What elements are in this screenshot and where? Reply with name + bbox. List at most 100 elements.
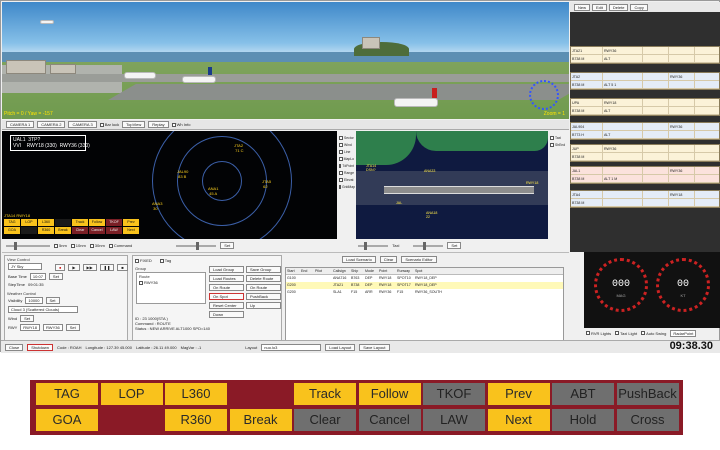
parked-aircraft-2[interactable] — [182, 76, 216, 83]
replay-button[interactable]: Replay — [148, 121, 169, 128]
table-row[interactable]: G200 JTA21 B738 DEP RWY18 SPOT17 RWY18_DEP — [286, 282, 563, 289]
tag-button[interactable]: TAG — [36, 383, 98, 405]
step-icon[interactable]: ▶▶ — [82, 264, 97, 271]
option-10nm[interactable]: 10nm — [70, 243, 86, 248]
map-option-checkbox[interactable]: ShEnd — [550, 143, 568, 147]
goa-button[interactable]: GOA — [36, 409, 98, 431]
play-icon[interactable]: ▶ — [68, 264, 80, 271]
radar-cmd-cell[interactable]: R360 — [38, 227, 54, 234]
table-column-header[interactable]: Pilot — [314, 268, 332, 274]
table-row[interactable]: G100 ANA716 B763 DEP RWY18 SPOT10 RWY18_DEP — [286, 275, 563, 282]
aircraft-action-button[interactable]: Save Group — [246, 266, 281, 273]
radar-scope[interactable]: UAL1 3TP? VVI RWY18 (330) RWY36 (330) JT… — [2, 131, 337, 239]
range-slider[interactable] — [6, 241, 50, 250]
radar-option-checkbox[interactable]: GridMap — [339, 185, 355, 189]
load-layout-button[interactable]: Load Layout — [325, 343, 356, 351]
table-column-header[interactable]: Point — [378, 268, 396, 274]
camera-1-button[interactable]: CAMERA 1 — [6, 121, 35, 128]
flight-strip[interactable]: UPA RWY18 B738 M ALT — [570, 98, 720, 116]
fixed-checkbox[interactable]: FIXED — [135, 258, 152, 263]
map-label[interactable]: ANA18 22 — [426, 211, 437, 219]
table-column-header[interactable]: Callsign — [332, 268, 350, 274]
radar-option-checkbox[interactable]: TdPoint — [339, 164, 354, 168]
radar-target[interactable]: JTA5 62 — [262, 179, 271, 189]
radar-cmd-cell[interactable]: L360 — [38, 219, 54, 226]
l360-button[interactable]: L360 — [165, 383, 227, 405]
follow-button[interactable]: Follow — [358, 383, 421, 405]
lop-button[interactable]: LOP — [100, 383, 163, 405]
track-button[interactable]: Track — [294, 383, 356, 405]
radar-cmd-cell[interactable]: Break — [55, 227, 71, 234]
aircraft-action-button[interactable]: On Route — [209, 284, 244, 291]
break-button[interactable]: Break — [229, 409, 292, 431]
map-label[interactable]: ANA33 — [424, 169, 435, 173]
command-checkbox[interactable]: Command — [108, 243, 132, 248]
flight-strip[interactable]: JTA21 RWY36 B738 M ALT — [570, 46, 720, 64]
record-icon[interactable]: ● — [55, 264, 66, 271]
parked-aircraft-1[interactable] — [124, 72, 156, 79]
copy-strip-button[interactable]: Copy — [630, 3, 648, 11]
base-time-set-button[interactable]: Set — [48, 273, 63, 280]
tkof-button[interactable]: TKOF — [423, 383, 485, 405]
radar-option-checkbox[interactable]: Range — [339, 171, 354, 175]
rvr-lights-checkbox[interactable]: RVR Lights — [586, 331, 611, 336]
flight-strip[interactable]: JAL904 RWY36 B773 H ALT — [570, 122, 720, 140]
radar-option-checkbox[interactable]: Sector — [339, 136, 354, 140]
visibility-set-button[interactable]: Set — [45, 297, 60, 304]
auto-swing-checkbox[interactable]: Auto Swing — [641, 331, 666, 336]
aircraft-action-button[interactable]: Reset Center — [209, 302, 244, 309]
option-30nm[interactable]: 30nm — [89, 243, 105, 248]
shutdown-button[interactable]: Shutdown — [27, 343, 54, 351]
delete-strip-button[interactable]: Delete — [608, 3, 629, 11]
map-slider-2[interactable] — [413, 241, 444, 250]
clear-scenario-button[interactable]: Clear — [379, 256, 398, 263]
load-scenario-button[interactable]: Load Scenario — [342, 256, 376, 263]
table-column-header[interactable]: Ship — [350, 268, 364, 274]
radar-point-select[interactable]: RadarPoint — [670, 329, 697, 337]
aircraft-action-button[interactable]: Load Routes — [209, 275, 244, 282]
option-5nm[interactable]: 5nm — [54, 243, 67, 248]
cloud-select[interactable]: Cloud 3 (Scattered Clouds) — [8, 306, 78, 313]
prev-button[interactable]: Prev — [487, 383, 550, 405]
table-column-header[interactable]: Runway — [396, 268, 414, 274]
flight-strip[interactable]: JAL1 RWY36 B738 M ALT 1 M — [570, 166, 720, 184]
aircraft-action-button[interactable]: PushBack — [246, 293, 281, 300]
radar-cmd-cell[interactable]: Prev — [123, 219, 139, 226]
wind-set-button[interactable]: Set — [20, 315, 35, 322]
wh-info-checkbox[interactable]: Wh Info — [171, 122, 190, 127]
camera-3-button[interactable]: CAMERA 3 — [68, 121, 97, 128]
aircraft-action-button[interactable]: On Spot — [209, 293, 244, 300]
radar-cmd-cell[interactable]: TAG — [4, 219, 20, 226]
rwy-field-2[interactable]: RWY36 — [42, 324, 63, 331]
bar-lock-checkbox[interactable]: Bar lock — [99, 122, 119, 127]
radar-cmd-cell[interactable]: GOA — [4, 227, 20, 234]
set-button[interactable]: Set — [220, 242, 235, 249]
flight-strip[interactable]: JTA4 RWY18 B738 M — [570, 190, 720, 208]
aircraft-action-button[interactable]: Delete Route — [246, 275, 281, 282]
save-layout-button[interactable]: Save Layout — [359, 343, 390, 351]
table-column-header[interactable]: Spot — [414, 268, 564, 274]
radar-cmd-cell[interactable]: TKOF — [106, 219, 122, 226]
close-button[interactable]: Close — [5, 343, 24, 351]
cross-button[interactable]: Cross — [616, 409, 679, 431]
table-column-header[interactable]: Start — [286, 268, 300, 274]
radar-target[interactable]: JAL90 83 B — [177, 169, 188, 179]
table-row[interactable]: G200 SLA1 F15 ARR RWY36 F15 RWY36_SOUTH — [286, 289, 563, 296]
clear-button[interactable]: Clear — [294, 409, 356, 431]
base-time-field[interactable]: 10:07 — [29, 273, 46, 280]
radar-cmd-cell[interactable]: Next — [123, 227, 139, 234]
edit-strip-button[interactable]: Edit — [592, 3, 607, 11]
taxi-light-checkbox[interactable]: Taxi Light — [615, 331, 637, 336]
flight-strip[interactable]: JTA2 RWY36 B738 M ALT 5 1 — [570, 72, 720, 90]
law-button[interactable]: LAW — [423, 409, 485, 431]
rwy-field-1[interactable]: RWY18 — [20, 324, 40, 331]
hold-button[interactable]: Hold — [552, 409, 614, 431]
aircraft-action-button[interactable]: Down — [209, 311, 244, 318]
visibility-field[interactable]: 10000 — [25, 297, 43, 304]
radar-cmd-cell[interactable]: Clear — [72, 227, 88, 234]
tag-checkbox[interactable]: Tag — [159, 258, 171, 263]
r360-button[interactable]: R360 — [165, 409, 227, 431]
route-item[interactable]: RWY36 — [137, 280, 158, 285]
map-label[interactable]: JTA14 DSN? — [366, 164, 376, 172]
radar-target[interactable]: ANA3 30 — [152, 201, 162, 211]
